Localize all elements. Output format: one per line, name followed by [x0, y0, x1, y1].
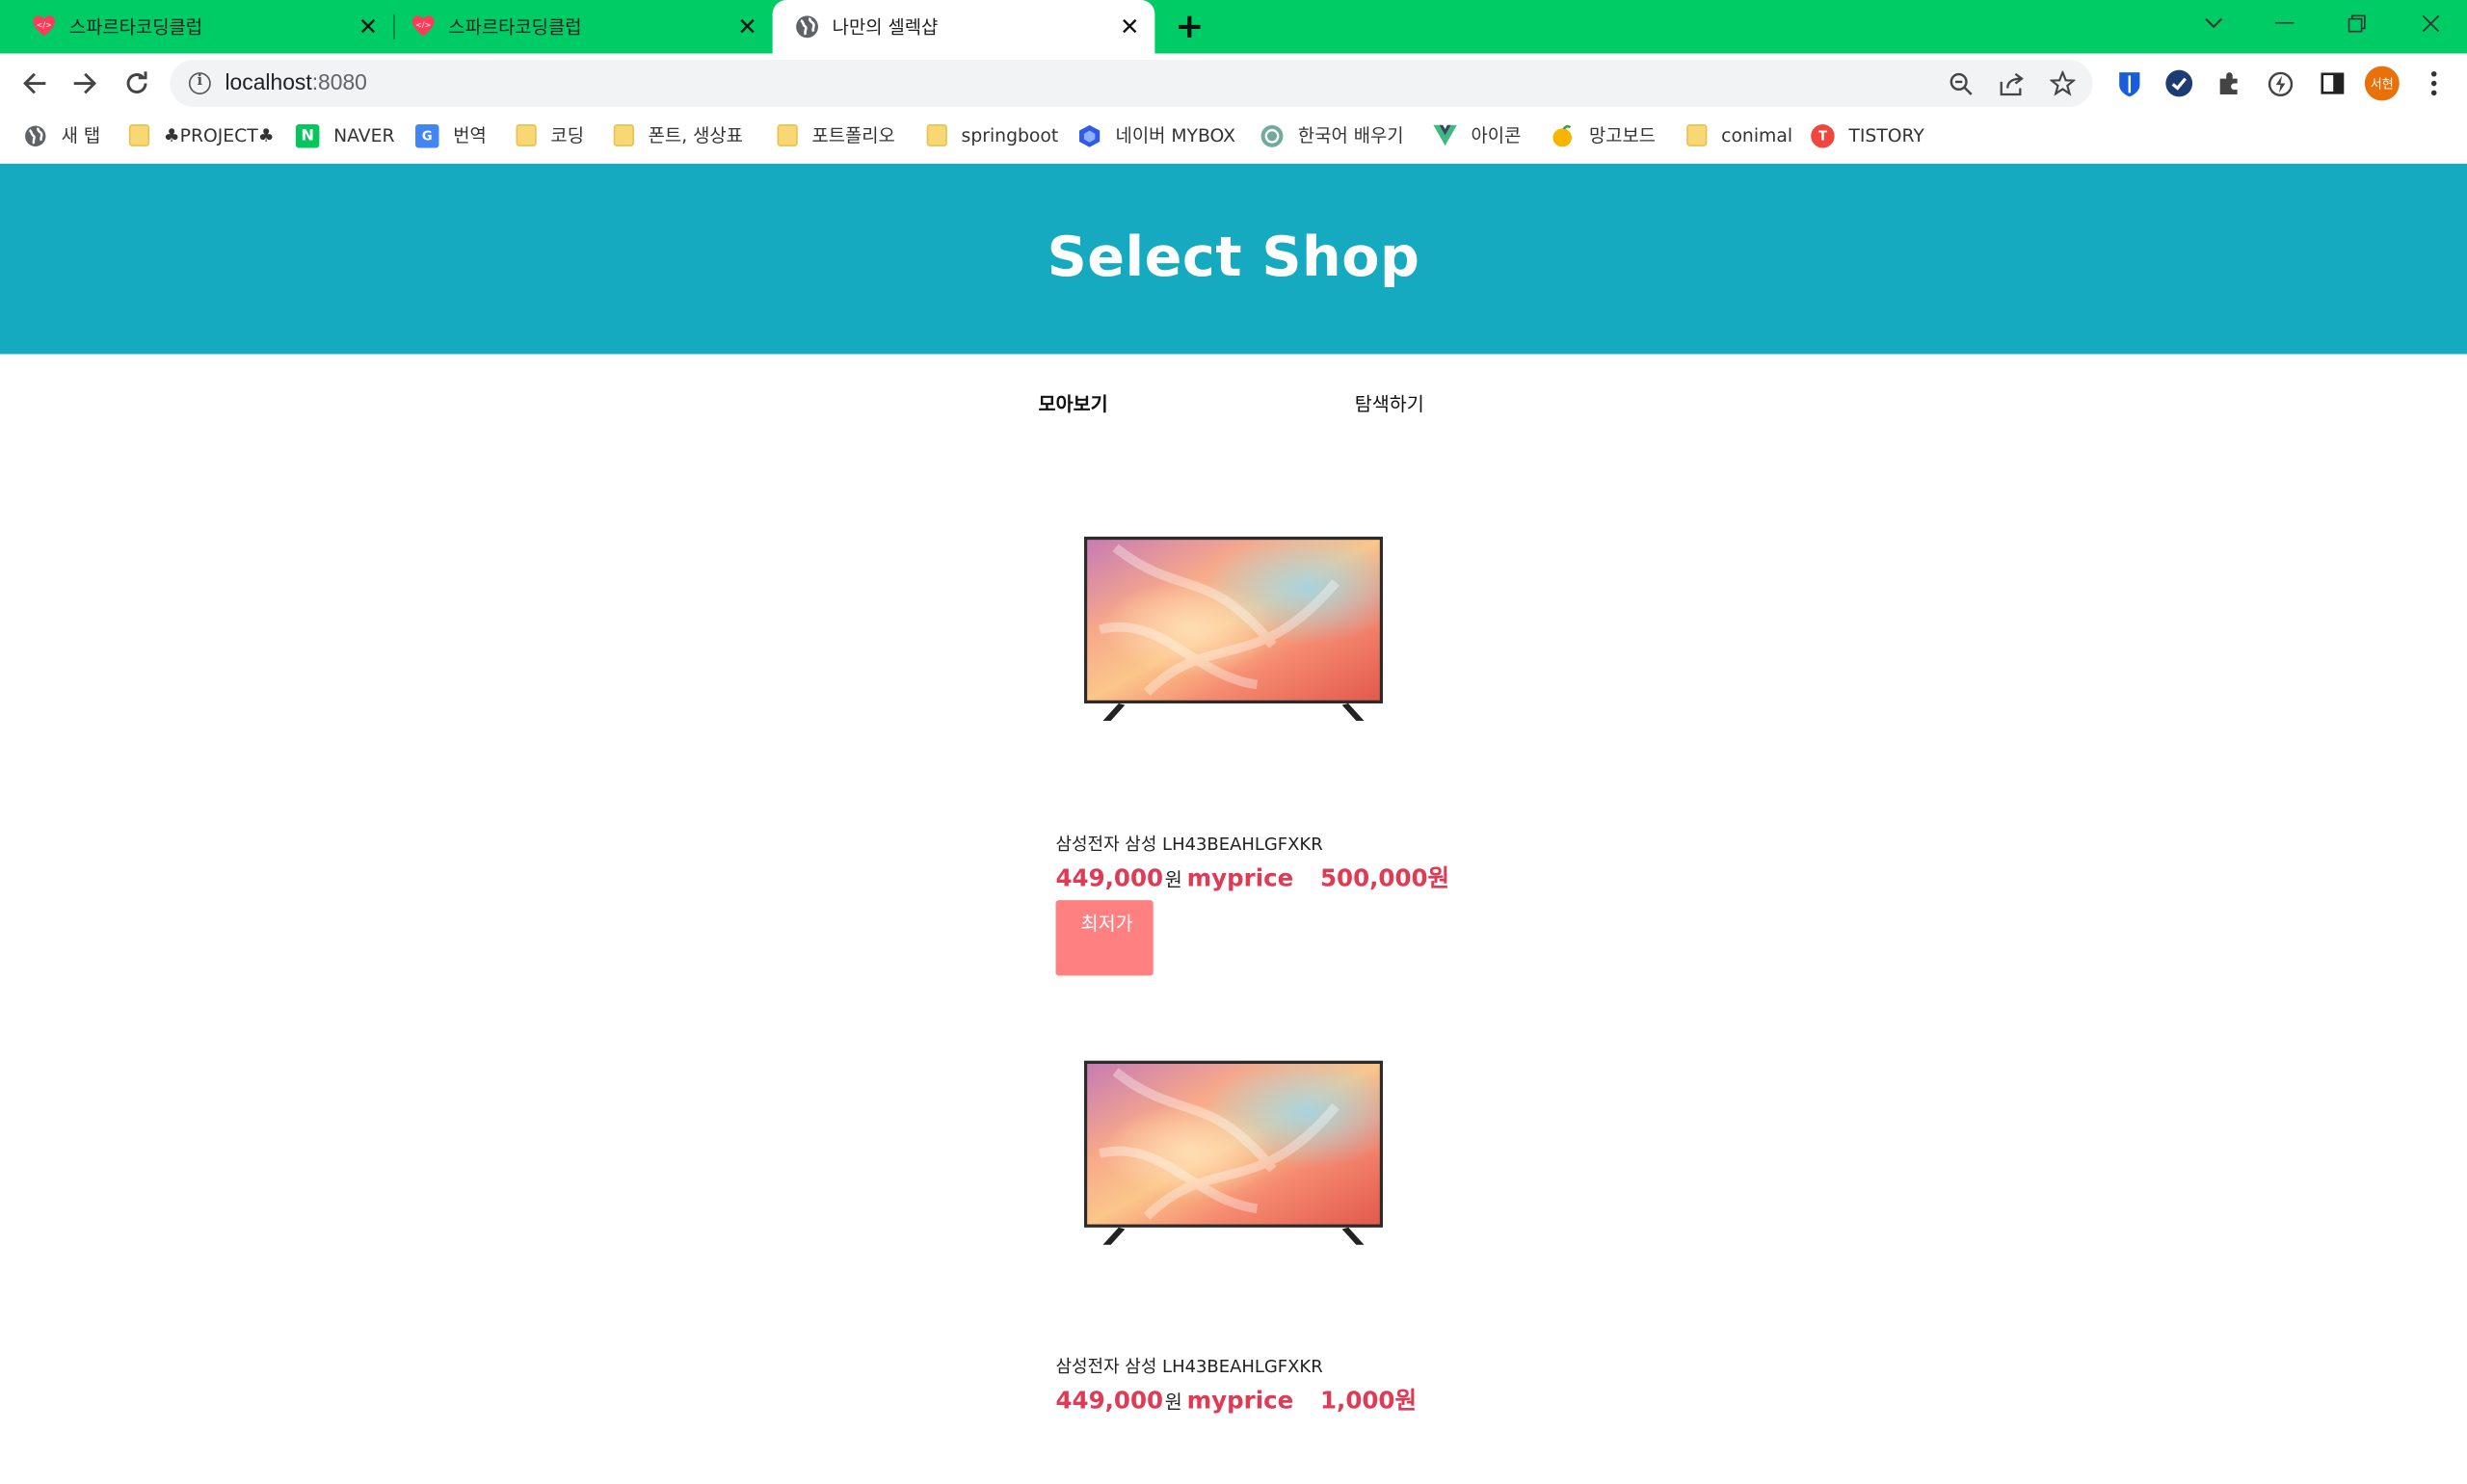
bookmark-translate[interactable]: G 번역 [415, 121, 487, 149]
folder-icon [926, 124, 947, 146]
bookmark-korean[interactable]: 한국어 배우기 [1260, 121, 1404, 149]
mango-icon [1552, 123, 1575, 146]
profile-avatar[interactable]: 서현 [2364, 66, 2400, 101]
bookmark-icons[interactable]: 아이콘 [1433, 121, 1521, 149]
svg-text:</>: </> [415, 20, 431, 30]
lowest-price-badge: 최저가 [1055, 900, 1154, 976]
close-icon[interactable]: ✕ [1114, 11, 1146, 42]
close-icon[interactable]: ✕ [731, 11, 763, 42]
product-prices: 449,000 원 myprice 500,000원 [1056, 861, 1450, 893]
zoom-icon[interactable] [1943, 67, 1977, 99]
product-image[interactable] [1083, 1059, 1384, 1248]
myprice-label: myprice [1186, 1386, 1294, 1416]
bookmark-folder-coding[interactable]: 코딩 [516, 121, 584, 149]
folder-icon [777, 124, 798, 146]
sparta-icon: </> [411, 15, 435, 37]
bookmark-folder-project[interactable]: ♣PROJECT♣ [128, 121, 275, 149]
check-extension-icon[interactable] [2163, 67, 2195, 99]
tistory-icon: T [1811, 123, 1835, 147]
mybox-icon [1077, 123, 1101, 146]
more-menu-icon[interactable] [2418, 67, 2450, 99]
bookmark-folder-conimal[interactable]: conimal [1686, 121, 1792, 149]
restore-icon[interactable] [2321, 0, 2393, 47]
bookmark-folder-portfolio[interactable]: 포트폴리오 [777, 121, 895, 149]
bookmark-mybox[interactable]: 네이버 MYBOX [1077, 121, 1235, 149]
extensions-puzzle-icon[interactable] [2214, 67, 2245, 99]
openai-icon [1260, 123, 1284, 146]
url-text: localhost:8080 [225, 68, 367, 94]
tab-title: 스파르타코딩클럽 [68, 15, 203, 39]
tab-title: 스파르타코딩클럽 [448, 15, 582, 39]
product-image[interactable] [1083, 535, 1384, 724]
browser-tab[interactable]: </> 스파르타코딩클럽 ✕ [379, 0, 772, 54]
page-title: Select Shop [1047, 226, 1420, 290]
folder-icon [613, 124, 634, 146]
browser-tab-active[interactable]: 나만의 셀렉샵 ✕ [772, 0, 1155, 54]
globe-icon [796, 15, 818, 39]
tab-search-icon[interactable] [2178, 0, 2250, 47]
folder-icon [1686, 124, 1708, 146]
bookmarks-bar: 새 탭 ♣PROJECT♣ N NAVER G 번역 코딩 폰트, 생상표 포트… [0, 113, 2467, 158]
globe-icon [23, 123, 46, 146]
myprice-value: 1,000원 [1319, 1386, 1417, 1416]
product-card[interactable]: 삼성전자 삼성 LH43BEAHLGFXKR 449,000 원 myprice… [1055, 535, 1449, 992]
page-header: Select Shop [0, 163, 2467, 355]
bookmark-star-icon[interactable] [2045, 67, 2080, 99]
site-info-icon[interactable]: i [188, 72, 211, 94]
currency-unit: 원 [1164, 868, 1182, 891]
minimize-icon[interactable] [2248, 0, 2321, 47]
lowest-price: 449,000 [1055, 1386, 1164, 1416]
address-bar[interactable]: i localhost:8080 [170, 60, 2093, 108]
bookmark-naver[interactable]: N NAVER [295, 121, 395, 149]
performance-icon[interactable] [2264, 67, 2295, 99]
vue-icon [1433, 123, 1457, 146]
bookmark-folder-springboot[interactable]: springboot [926, 121, 1058, 149]
side-panel-icon[interactable] [2316, 67, 2348, 99]
tab-collect[interactable]: 모아보기 [1039, 390, 1108, 417]
browser-toolbar: i localhost:8080 서현 [0, 53, 2467, 114]
myprice-label: myprice [1186, 863, 1294, 892]
browser-tab[interactable]: </> 스파르타코딩클럽 ✕ [0, 0, 393, 54]
product-card[interactable]: 삼성전자 삼성 LH43BEAHLGFXKR 449,000 원 myprice… [1056, 1059, 1434, 1437]
naver-icon: N [295, 123, 320, 147]
folder-icon [128, 124, 150, 146]
window-close-icon[interactable] [2395, 0, 2467, 47]
bookmark-tistory[interactable]: T TISTORY [1811, 121, 1924, 149]
bookmark-folder-fonts[interactable]: 폰트, 생상표 [613, 121, 743, 149]
bookmark-new-tab[interactable]: 새 탭 [23, 121, 100, 149]
svg-text:</>: </> [37, 20, 52, 30]
tab-search[interactable]: 탐색하기 [1355, 390, 1424, 417]
currency-unit: 원 [1164, 1391, 1182, 1414]
product-name[interactable]: 삼성전자 삼성 LH43BEAHLGFXKR [1056, 1353, 1323, 1378]
share-icon[interactable] [1995, 67, 2029, 99]
reload-icon[interactable] [118, 65, 155, 102]
tab-strip: </> 스파르타코딩클럽 ✕ </> 스파르타코딩클럽 ✕ 나만의 셀렉샵 ✕ … [0, 0, 2467, 54]
folder-icon [516, 124, 537, 146]
lowest-price: 449,000 [1055, 863, 1164, 892]
product-prices: 449,000 원 myprice 1,000원 [1056, 1383, 1417, 1416]
forward-arrow-icon[interactable] [66, 65, 104, 102]
back-arrow-icon[interactable] [15, 65, 53, 102]
product-name[interactable]: 삼성전자 삼성 LH43BEAHLGFXKR [1056, 831, 1323, 856]
bookmark-mangoboard[interactable]: 망고보드 [1552, 121, 1656, 149]
bitwarden-icon[interactable] [2113, 67, 2145, 99]
myprice-value: 500,000원 [1319, 863, 1450, 892]
sparta-icon: </> [33, 15, 56, 37]
translate-icon: G [415, 123, 439, 147]
tab-title: 나만의 셀렉샵 [832, 15, 939, 39]
new-tab-button[interactable]: + [1171, 7, 1208, 46]
